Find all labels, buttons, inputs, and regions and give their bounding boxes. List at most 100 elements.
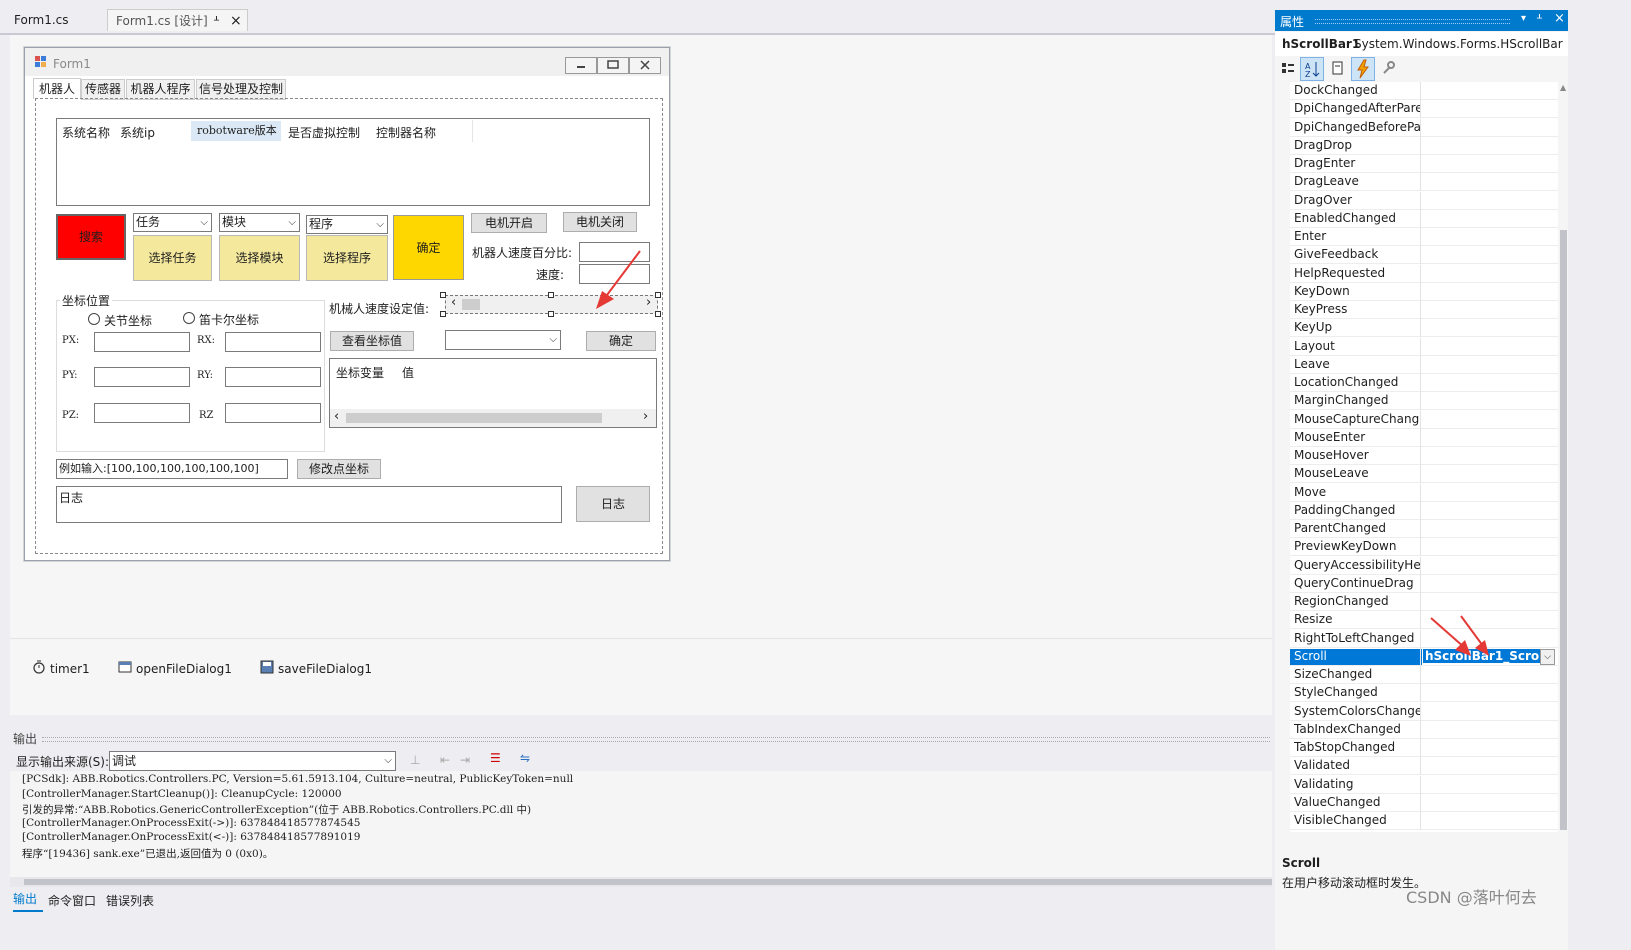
resize-handle[interactable]: [548, 292, 554, 298]
categorized-icon[interactable]: [1281, 61, 1295, 78]
column-header[interactable]: 坐标变量: [336, 364, 384, 381]
event-row[interactable]: SizeChanged: [1290, 666, 1558, 684]
event-row[interactable]: Layout: [1290, 337, 1558, 356]
list-hscroll[interactable]: ‹ ›: [330, 409, 656, 427]
tab-command-window[interactable]: 命令窗口: [48, 892, 96, 909]
output-hscroll[interactable]: [10, 877, 1272, 887]
event-row[interactable]: Validating: [1290, 775, 1558, 794]
event-row[interactable]: GiveFeedback: [1290, 246, 1558, 265]
find-icon[interactable]: ⊥: [410, 753, 420, 767]
task-combo[interactable]: 任务 ⌵: [133, 213, 212, 232]
select-module-button[interactable]: 选择模块: [219, 235, 300, 281]
alphabetical-icon[interactable]: AZ: [1300, 57, 1324, 81]
search-button[interactable]: 搜索: [56, 214, 126, 260]
motor-off-button[interactable]: 电机关闭: [563, 212, 637, 232]
event-row[interactable]: MouseEnter: [1290, 428, 1558, 447]
column-header[interactable]: robotware版本: [191, 121, 281, 141]
modify-point-button[interactable]: 修改点坐标: [297, 459, 381, 479]
system-list-view[interactable]: 系统名称 系统ip robotware版本 是否虚拟控制 控制器名称: [56, 118, 650, 206]
tab-output[interactable]: 输出: [13, 890, 43, 912]
rz-input[interactable]: [225, 403, 321, 423]
event-row[interactable]: RightToLeftChanged: [1290, 629, 1558, 648]
tab-error-list[interactable]: 错误列表: [106, 892, 154, 909]
event-row[interactable]: TabIndexChanged: [1290, 720, 1558, 739]
event-row[interactable]: EnabledChanged: [1290, 209, 1558, 228]
event-row[interactable]: ParentChanged: [1290, 520, 1558, 538]
event-row[interactable]: HelpRequested: [1290, 264, 1558, 283]
event-row[interactable]: Validated: [1290, 757, 1558, 776]
scroll-left-icon[interactable]: ‹: [451, 295, 456, 310]
coord-var-list[interactable]: 坐标变量 值 ‹ ›: [329, 358, 657, 428]
program-combo[interactable]: 程序 ⌵: [306, 215, 388, 234]
event-row[interactable]: DragLeave: [1290, 173, 1558, 192]
resize-handle[interactable]: [655, 311, 661, 317]
event-row[interactable]: KeyPress: [1290, 301, 1558, 319]
pin-icon[interactable]: ᚆ: [214, 10, 219, 32]
select-task-button[interactable]: 选择任务: [133, 235, 212, 281]
tab-signal[interactable]: 信号处理及控制: [196, 79, 286, 100]
scroll-left-icon[interactable]: ‹: [334, 409, 339, 424]
event-row[interactable]: DragEnter: [1290, 155, 1558, 173]
px-input[interactable]: [94, 332, 190, 352]
event-row[interactable]: Move: [1290, 483, 1558, 502]
event-row[interactable]: MouseHover: [1290, 447, 1558, 465]
example-input[interactable]: 例如输入:[100,100,100,100,100,100]: [56, 459, 288, 479]
confirm-button[interactable]: 确定: [586, 331, 656, 351]
py-input[interactable]: [94, 367, 190, 387]
scroll-thumb[interactable]: [24, 879, 1272, 885]
select-program-button[interactable]: 选择程序: [306, 235, 388, 281]
event-row[interactable]: KeyUp: [1290, 319, 1558, 338]
event-row[interactable]: MarginChanged: [1290, 392, 1558, 411]
pin-icon[interactable]: ᚆ: [1537, 13, 1542, 24]
clear-all-icon[interactable]: ☰: [490, 751, 501, 765]
event-row[interactable]: RegionChanged: [1290, 593, 1558, 611]
event-row[interactable]: PreviewKeyDown: [1290, 538, 1558, 557]
column-header[interactable]: 系统名称: [62, 124, 110, 141]
radio-joint[interactable]: [88, 313, 100, 325]
dropdown-icon[interactable]: ▾: [1521, 13, 1526, 24]
radio-cartesian[interactable]: [183, 312, 195, 324]
scroll-right-icon[interactable]: ›: [643, 409, 648, 424]
event-row[interactable]: StyleChanged: [1290, 684, 1558, 703]
event-row[interactable]: ValueChanged: [1290, 793, 1558, 812]
event-row[interactable]: DragOver: [1290, 191, 1558, 210]
minimize-button[interactable]: [565, 57, 597, 74]
event-row[interactable]: VisibleChanged: [1290, 812, 1558, 830]
ry-input[interactable]: [225, 367, 321, 387]
tab-robot-program[interactable]: 机器人程序: [126, 79, 195, 100]
pz-input[interactable]: [94, 403, 190, 423]
resize-handle[interactable]: [440, 311, 446, 317]
view-coords-button[interactable]: 查看坐标值: [330, 331, 414, 351]
event-row[interactable]: QueryAccessibilityHelp: [1290, 556, 1558, 575]
tab-sensor[interactable]: 传感器: [81, 79, 125, 100]
module-combo[interactable]: 模块 ⌵: [219, 213, 300, 232]
event-row[interactable]: QueryContinueDrag: [1290, 574, 1558, 593]
column-header[interactable]: 系统ip: [120, 124, 155, 141]
resize-handle[interactable]: [655, 292, 661, 298]
close-icon[interactable]: ×: [1554, 11, 1565, 26]
prev-message-icon[interactable]: ⇤: [440, 753, 450, 767]
output-text-area[interactable]: [PCSdk]: ABB.Robotics.Controllers.PC, Ve…: [10, 771, 1272, 877]
scroll-up-icon[interactable]: ▲: [1560, 83, 1566, 92]
properties-vscroll[interactable]: ▲: [1559, 82, 1568, 832]
properties-grid[interactable]: DockChanged DpiChangedAfterParent DpiChang…: [1290, 82, 1558, 832]
event-row[interactable]: Scroll hScrollBar1_Scroll: [1290, 647, 1558, 666]
event-row[interactable]: Leave: [1290, 355, 1558, 374]
event-row[interactable]: DpiChangedBeforeParent: [1290, 118, 1558, 137]
handler-dropdown-button[interactable]: ⌵: [1540, 649, 1555, 665]
log-button[interactable]: 日志: [576, 486, 650, 522]
event-row[interactable]: KeyDown: [1290, 282, 1558, 301]
column-header[interactable]: 值: [402, 364, 414, 381]
event-row[interactable]: MouseLeave: [1290, 465, 1558, 484]
rx-input[interactable]: [225, 332, 321, 352]
resize-handle[interactable]: [548, 311, 554, 317]
resize-handle[interactable]: [440, 292, 446, 298]
log-textbox[interactable]: 日志: [56, 486, 562, 523]
column-header[interactable]: 是否虚拟控制: [288, 124, 360, 141]
event-row[interactable]: Resize: [1290, 611, 1558, 630]
close-icon[interactable]: ×: [230, 10, 242, 32]
output-source-combo[interactable]: 调试 ⌵: [109, 751, 396, 771]
event-row[interactable]: TabStopChanged: [1290, 739, 1558, 757]
object-selector[interactable]: hScrollBar1 System.Windows.Forms.HScroll…: [1275, 32, 1568, 56]
event-row[interactable]: LocationChanged: [1290, 374, 1558, 392]
